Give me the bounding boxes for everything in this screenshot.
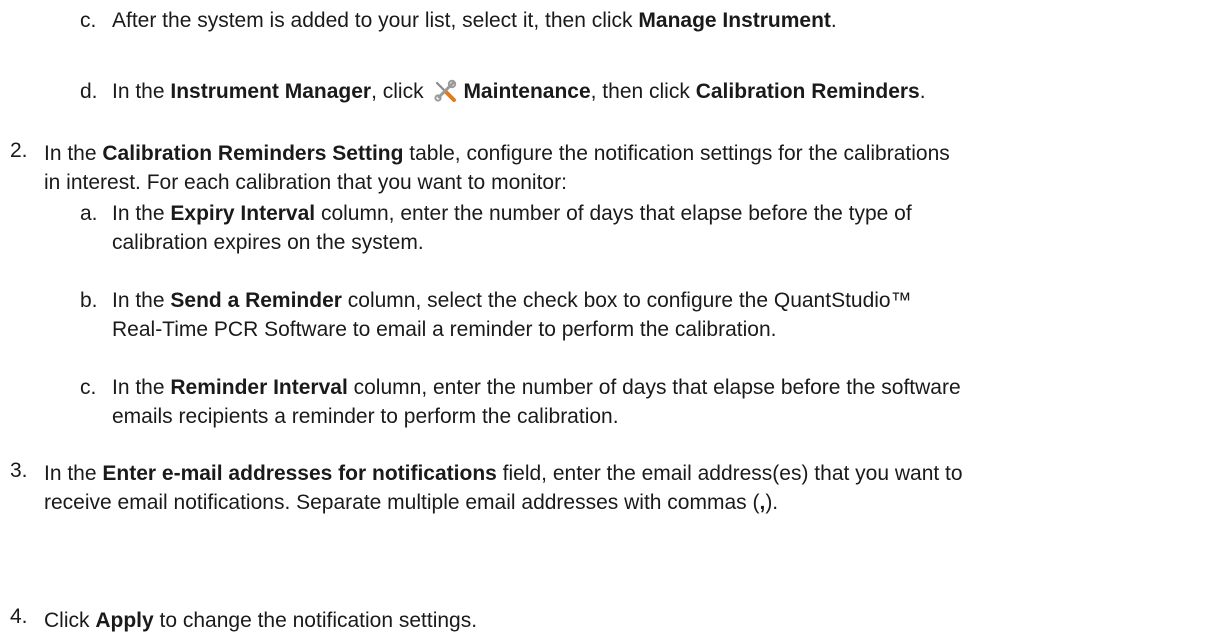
step-number: b. [80, 289, 98, 312]
text-run: In the [112, 376, 171, 399]
text-run: Click [44, 609, 96, 632]
text-run: . [830, 9, 837, 32]
text-run: After the system is added to your list, … [112, 9, 639, 32]
text-run: receive email notifications. Separate mu… [44, 491, 760, 514]
ui-term-manage-instrument: Manage Instrument [638, 9, 831, 32]
step-number: 2. [10, 139, 28, 162]
text-run: In the [44, 142, 103, 165]
step-number: 4. [10, 605, 28, 628]
text-line: In the Calibration Reminders Setting tab… [44, 139, 950, 168]
text-run: in interest. For each calibration that y… [44, 171, 567, 194]
ui-term-calibration-reminders: Calibration Reminders [695, 80, 920, 103]
text-line: In the Send a Reminder column, select th… [112, 286, 912, 315]
ui-term-reminder-interval: Reminder Interval [170, 376, 348, 399]
text-run: , click [371, 80, 430, 103]
step-number: d. [80, 80, 98, 103]
text-line: In the Reminder Interval column, enter t… [112, 373, 961, 402]
text-run: calibration expires on the system. [112, 231, 424, 254]
ui-term-instrument-manager: Instrument Manager [170, 80, 372, 103]
text-run: In the [112, 289, 171, 312]
ui-term-enter-email-addresses-field: Enter e-mail addresses for notifications [102, 462, 497, 485]
text-run: In the [44, 462, 103, 485]
text-line: emails recipients a reminder to perform … [112, 402, 961, 431]
text-run: In the [112, 202, 171, 225]
ui-term-calibration-reminders-setting: Calibration Reminders Setting [102, 142, 404, 165]
step-text: Click Apply to change the notification s… [44, 606, 477, 635]
step-text: In the Enter e-mail addresses for notifi… [44, 459, 963, 517]
ui-term-expiry-interval: Expiry Interval [170, 202, 316, 225]
text-line: Click Apply to change the notification s… [44, 606, 477, 635]
text-run: column, select the check box to configur… [341, 289, 912, 312]
text-run: Real-Time PCR Software to email a remind… [112, 318, 777, 341]
text-line: In the Expiry Interval column, enter the… [112, 199, 912, 228]
step-number: 3. [10, 459, 28, 482]
step-text: After the system is added to your list, … [112, 6, 837, 35]
text-line: calibration expires on the system. [112, 228, 912, 257]
text-line: in interest. For each calibration that y… [44, 168, 950, 197]
step-number: c. [80, 376, 97, 399]
step-text: In the Reminder Interval column, enter t… [112, 373, 961, 431]
text-run: field, enter the email address(es) that … [496, 462, 963, 485]
step-text: In the Expiry Interval column, enter the… [112, 199, 912, 257]
step-text: In the Calibration Reminders Setting tab… [44, 139, 950, 197]
step-number: c. [80, 9, 97, 32]
text-run: emails recipients a reminder to perform … [112, 405, 619, 428]
text-run: , then click [590, 80, 696, 103]
text-line: Real-Time PCR Software to email a remind… [112, 315, 912, 344]
text-line: In the Enter e-mail addresses for notifi… [44, 459, 963, 488]
ui-term-send-a-reminder: Send a Reminder [170, 289, 342, 312]
step-number: a. [80, 202, 98, 225]
text-run: table, configure the notification settin… [403, 142, 950, 165]
text-run: column, enter the number of days that el… [315, 202, 912, 225]
text-run: ). [765, 491, 779, 514]
text-line: receive email notifications. Separate mu… [44, 488, 963, 517]
text-run: . [919, 80, 926, 103]
text-run: column, enter the number of days that el… [347, 376, 961, 399]
step-text: In the Send a Reminder column, select th… [112, 286, 912, 344]
ui-term-maintenance: Maintenance [463, 80, 591, 103]
wrench-screwdriver-icon [433, 79, 457, 103]
ui-term-apply: Apply [95, 609, 154, 632]
text-run: In the [112, 80, 171, 103]
step-text: In the Instrument Manager, click Mainten… [112, 77, 926, 106]
text-run: to change the notification settings. [153, 609, 478, 632]
